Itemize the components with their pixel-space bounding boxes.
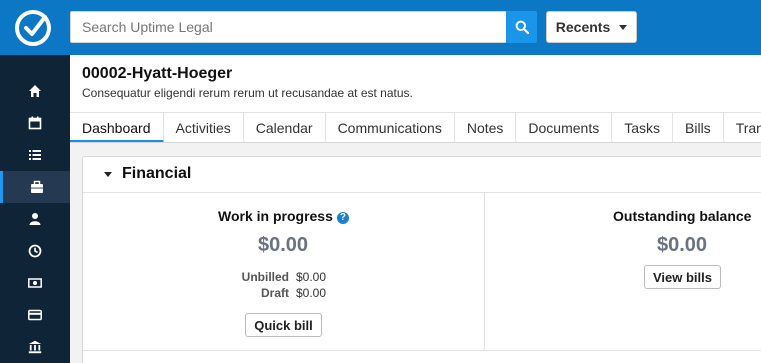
credit-card-icon (28, 309, 42, 321)
draft-label: Draft (260, 286, 289, 300)
list-icon (29, 150, 41, 160)
clock-icon (28, 244, 42, 258)
sidebar-item-time[interactable] (0, 235, 70, 267)
sidebar-item-list[interactable] (0, 139, 70, 171)
search-icon (515, 20, 529, 34)
matter-tabs: Dashboard Activities Calendar Communicat… (70, 112, 761, 143)
financial-panel-header[interactable]: Financial (83, 157, 761, 193)
search-button[interactable] (506, 11, 537, 43)
outstanding-title: Outstanding balance (613, 208, 752, 224)
unbilled-value: $0.00 (296, 270, 327, 284)
section-divider (83, 350, 761, 351)
recents-dropdown[interactable]: Recents (546, 11, 637, 43)
sidebar-item-matters[interactable] (0, 171, 70, 203)
unbilled-label: Unbilled (241, 270, 289, 284)
tab-communications[interactable]: Communications (326, 113, 455, 142)
wip-title-text: Work in progress (218, 208, 333, 224)
recents-label: Recents (555, 19, 611, 35)
chevron-down-icon (619, 24, 628, 30)
column-divider (484, 193, 485, 351)
page-title: 00002-Hyatt-Hoeger (82, 65, 233, 82)
money-icon (28, 278, 42, 288)
tab-documents[interactable]: Documents (516, 113, 613, 142)
financial-panel: Financial Work in progress? $0.00 Unbill… (82, 156, 761, 363)
tab-dashboard[interactable]: Dashboard (70, 113, 164, 142)
home-icon (29, 85, 41, 97)
bank-icon (28, 340, 42, 354)
wip-title: Work in progress? (218, 208, 349, 224)
outstanding-amount: $0.00 (657, 234, 708, 256)
sidebar-item-billing[interactable] (0, 267, 70, 299)
quick-bill-button[interactable]: Quick bill (245, 313, 322, 337)
tab-calendar[interactable]: Calendar (244, 113, 326, 142)
sidebar-item-payments[interactable] (0, 299, 70, 331)
sidebar-item-home[interactable] (0, 75, 70, 107)
matter-header: 00002-Hyatt-Hoeger Consequatur eligendi … (70, 55, 761, 112)
view-bills-button[interactable]: View bills (644, 265, 721, 289)
app-logo-icon[interactable] (14, 9, 52, 47)
sidebar-item-calendar[interactable] (0, 107, 70, 139)
tab-transactions[interactable]: Transacti (724, 113, 761, 142)
sidebar-item-accounts[interactable] (0, 331, 70, 363)
tab-tasks[interactable]: Tasks (612, 113, 674, 142)
financial-title: Financial (122, 165, 192, 182)
top-bar: Recents (0, 0, 761, 55)
sidebar (0, 55, 70, 363)
sidebar-item-contacts[interactable] (0, 203, 70, 235)
matter-description: Consequatur eligendi rerum rerum ut recu… (82, 86, 413, 100)
draft-value: $0.00 (296, 286, 327, 300)
briefcase-icon (30, 180, 43, 193)
wip-amount: $0.00 (258, 234, 309, 256)
search-input[interactable] (70, 11, 506, 43)
caret-down-icon (104, 172, 112, 177)
tab-notes[interactable]: Notes (455, 113, 517, 142)
tab-bills[interactable]: Bills (673, 113, 724, 142)
user-icon (29, 213, 41, 225)
help-icon[interactable]: ? (336, 212, 349, 224)
tab-activities[interactable]: Activities (164, 113, 244, 142)
calendar-icon (28, 116, 42, 130)
